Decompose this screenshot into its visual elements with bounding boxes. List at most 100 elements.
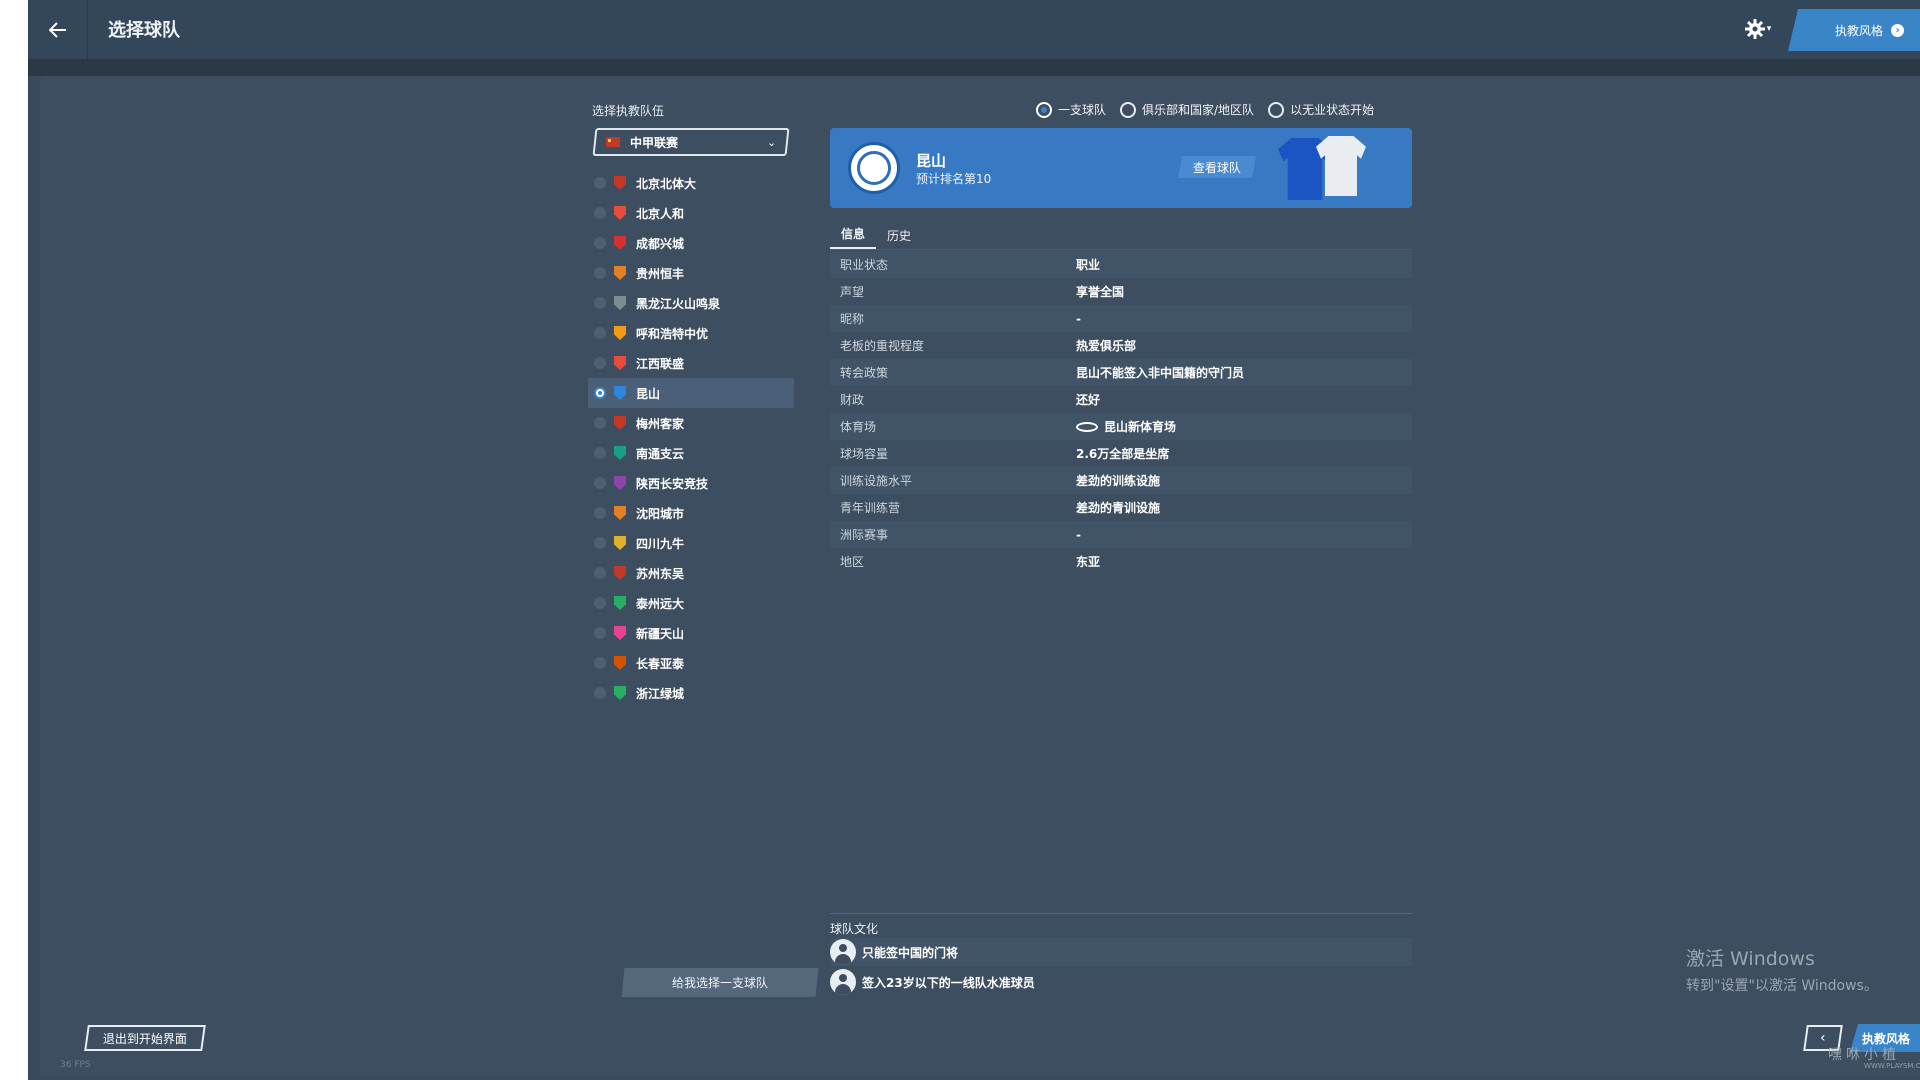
chevron-left-icon: ‹ xyxy=(1820,1030,1826,1046)
info-value-text: 昆山新体育场 xyxy=(1104,420,1177,434)
team-name-label: 陕西长安竞技 xyxy=(636,476,709,491)
watermark: 嘿咻小植 xyxy=(1828,1047,1900,1063)
team-radio[interactable] xyxy=(594,597,606,609)
info-row: 训练设施水平 差劲的训练设施 xyxy=(830,467,1412,494)
scope-radio-option[interactable]: 以无业状态开始 xyxy=(1268,101,1374,118)
team-radio[interactable] xyxy=(594,507,606,519)
info-value-text: 差劲的青训设施 xyxy=(1076,501,1161,515)
team-radio[interactable] xyxy=(594,417,606,429)
back-arrow-icon xyxy=(48,21,66,38)
info-table: 职业状态 职业 声望 享誉全国 昵称 - 老板的重视程度 热爱俱乐部 转会政策 昆山不能签入非中国… xyxy=(830,251,1412,575)
watermark-url: WWW.PLAYSM.CC xyxy=(1864,1062,1920,1070)
info-value-text: 昆山不能签入非中国籍的守门员 xyxy=(1076,366,1245,380)
team-list-item[interactable]: 贵州恒丰 xyxy=(588,258,794,288)
info-row: 青年训练营 差劲的青训设施 xyxy=(830,494,1412,521)
info-row: 球场容量 2.6万全部是坐席 xyxy=(830,440,1412,467)
team-list-item[interactable]: 长春亚泰 xyxy=(588,648,794,678)
team-list-item[interactable]: 江西联盛 xyxy=(588,348,794,378)
info-row: 财政 还好 xyxy=(830,386,1412,413)
team-radio[interactable] xyxy=(594,387,606,399)
team-name-label: 黑龙江火山鸣泉 xyxy=(636,296,721,311)
radio-button[interactable] xyxy=(1120,101,1137,118)
team-list: 北京北体大 北京人和成都兴城贵州恒丰黑龙江火山鸣泉呼和浩特中优 江西联盛 昆山 梅州客家… xyxy=(588,168,794,708)
info-value-text: - xyxy=(1076,527,1081,542)
team-crest-icon xyxy=(614,506,626,520)
team-list-item[interactable]: 南通支云 xyxy=(588,438,794,468)
team-radio[interactable] xyxy=(594,327,606,339)
team-radio[interactable] xyxy=(594,207,606,219)
info-value: - xyxy=(1076,528,1081,542)
league-name: 中甲联赛 xyxy=(630,135,679,150)
culture-divider xyxy=(830,913,1412,914)
team-list-item[interactable]: 沈阳城市 xyxy=(588,498,794,528)
team-list-item[interactable]: 昆山 xyxy=(588,378,794,408)
team-name-label: 成都兴城 xyxy=(636,236,685,251)
info-value-text: 热爱俱乐部 xyxy=(1076,339,1137,353)
info-key: 洲际赛事 xyxy=(840,528,889,542)
random-team-button[interactable]: 给我选择一支球队 xyxy=(621,968,819,997)
tab-info[interactable]: 信息 xyxy=(830,220,877,250)
tab-history[interactable]: 历史 xyxy=(876,220,922,250)
settings-button[interactable]: ▾ xyxy=(1738,14,1778,44)
scope-radio-label: 以无业状态开始 xyxy=(1290,103,1375,117)
league-select[interactable]: 中甲联赛 ⌄ xyxy=(592,128,790,156)
info-value: 还好 xyxy=(1076,391,1100,408)
info-key: 昵称 xyxy=(840,312,865,326)
team-rank: 预计排名第10 xyxy=(916,172,992,186)
view-team-button[interactable]: 查看球队 xyxy=(1178,156,1256,178)
team-list-item[interactable]: 北京北体大 xyxy=(588,168,794,198)
team-radio[interactable] xyxy=(594,267,606,279)
info-value: 2.6万全部是坐席 xyxy=(1076,445,1169,462)
team-radio[interactable] xyxy=(594,177,606,189)
team-list-item[interactable]: 成都兴城 xyxy=(588,228,794,258)
team-list-item[interactable]: 北京人和 xyxy=(588,198,794,228)
team-list-item[interactable]: 浙江绿城 xyxy=(588,678,794,708)
team-list-item[interactable]: 新疆天山 xyxy=(588,618,794,648)
team-radio[interactable] xyxy=(594,537,606,549)
team-radio[interactable] xyxy=(594,657,606,669)
team-name-label: 四川九牛 xyxy=(636,536,685,551)
team-crest-icon xyxy=(614,266,626,280)
info-value: 东亚 xyxy=(1076,553,1100,570)
scope-radio-option[interactable]: 一支球队 xyxy=(1036,101,1106,118)
team-list-item[interactable]: 梅州客家 xyxy=(588,408,794,438)
team-list-item[interactable]: 泰州远大 xyxy=(588,588,794,618)
team-list-item[interactable]: 陕西长安竞技 xyxy=(588,468,794,498)
back-button[interactable] xyxy=(28,0,88,59)
team-radio[interactable] xyxy=(594,627,606,639)
team-list-item[interactable]: 苏州东吴 xyxy=(588,558,794,588)
chevron-down-icon: ⌄ xyxy=(766,135,776,149)
info-key: 体育场 xyxy=(840,420,877,434)
scope-radio-option[interactable]: 俱乐部和国家/地区队 xyxy=(1120,101,1254,118)
team-radio[interactable] xyxy=(594,567,606,579)
style-button-label: 执教风格 xyxy=(1834,23,1883,38)
culture-item: 只能签中国的门将 xyxy=(830,938,1412,966)
tabs-divider xyxy=(830,249,1412,250)
topbar-divider xyxy=(28,59,1920,76)
team-radio[interactable] xyxy=(594,237,606,249)
team-name-label: 南通支云 xyxy=(636,446,685,461)
team-name: 昆山 xyxy=(916,152,947,170)
away-kit-icon xyxy=(1316,136,1366,196)
info-key: 职业状态 xyxy=(840,258,889,272)
team-name-label: 泰州远大 xyxy=(636,596,685,611)
culture-title: 球队文化 xyxy=(830,922,879,936)
exit-to-start-button[interactable]: 退出到开始界面 xyxy=(84,1025,206,1051)
info-key: 球场容量 xyxy=(840,447,889,461)
team-radio[interactable] xyxy=(594,357,606,369)
team-list-item[interactable]: 黑龙江火山鸣泉 xyxy=(588,288,794,318)
team-list-item[interactable]: 呼和浩特中优 xyxy=(588,318,794,348)
radio-button[interactable] xyxy=(1268,101,1285,118)
info-value: 热爱俱乐部 xyxy=(1076,337,1136,354)
team-radio[interactable] xyxy=(594,687,606,699)
team-name-label: 贵州恒丰 xyxy=(636,266,685,281)
team-radio[interactable] xyxy=(594,297,606,309)
info-value-text: - xyxy=(1076,311,1081,326)
team-radio[interactable] xyxy=(594,477,606,489)
team-list-item[interactable]: 四川九牛 xyxy=(588,528,794,558)
info-key: 声望 xyxy=(840,285,865,299)
style-button-top[interactable]: 执教风格 › xyxy=(1788,9,1920,51)
team-radio[interactable] xyxy=(594,447,606,459)
radio-button[interactable] xyxy=(1036,101,1052,118)
info-key: 训练设施水平 xyxy=(840,474,913,488)
